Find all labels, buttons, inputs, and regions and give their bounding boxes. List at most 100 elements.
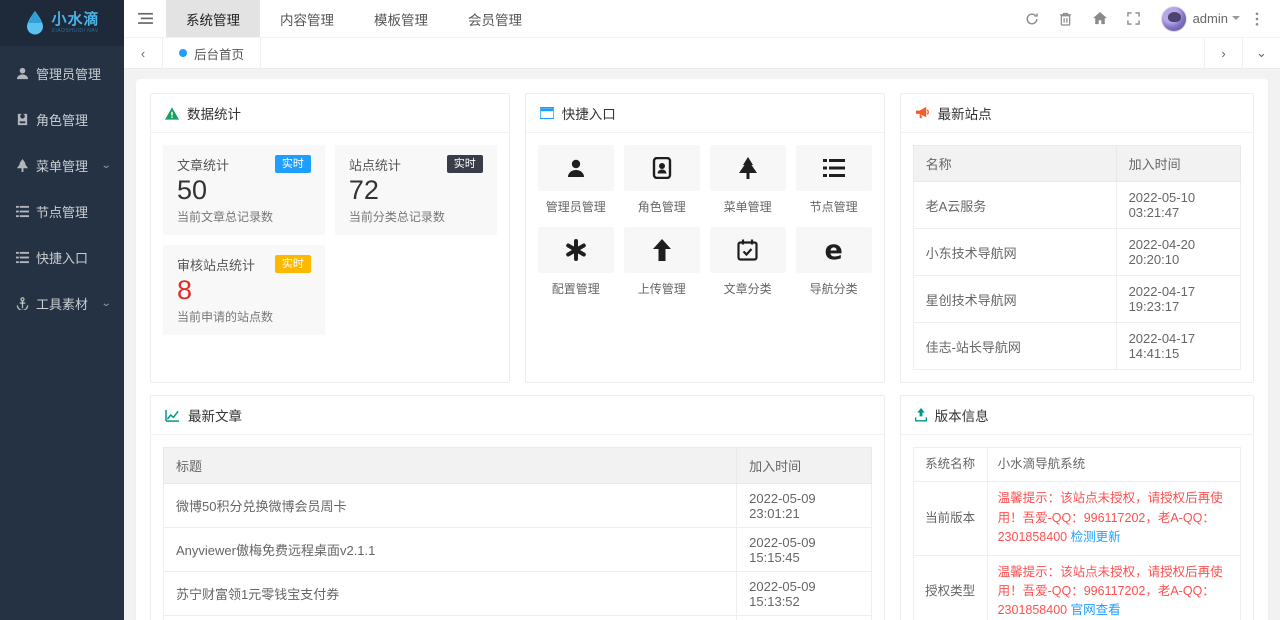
quick-entry-label: 角色管理 <box>637 200 686 214</box>
app-root: 小水滴 XIAOSHUIDI NAV 管理员管理 角色管理 菜单管理 ⌄ 节点管… <box>0 0 1280 620</box>
fullscreen-icon[interactable] <box>1117 0 1151 38</box>
app-logo[interactable]: 小水滴 XIAOSHUIDI NAV <box>0 0 124 46</box>
article-join-time: 2022-05-09 23:01:21 <box>736 483 872 528</box>
user-avatar[interactable] <box>1160 5 1187 32</box>
table-row[interactable]: 苏宁财富领1元零钱宝支付券 2022-05-09 15:13:52 <box>162 571 872 616</box>
stat-value: 8 <box>177 275 193 306</box>
stat-caption: 当前申请的站点数 <box>177 310 274 325</box>
site-join-time: 2022-04-20 20:20:10 <box>1115 228 1241 276</box>
panel-title: 数据统计 <box>187 107 241 122</box>
card-icon <box>539 107 554 119</box>
column-header: 名称 <box>912 145 1117 182</box>
site-name: 佳志-站长导航网 <box>912 322 1117 370</box>
id-card-icon <box>16 113 36 126</box>
home-icon[interactable] <box>1083 0 1117 38</box>
article-title: Anyviewer傲梅免费远程桌面v2.1.1 <box>162 527 738 572</box>
more-options-icon[interactable] <box>1240 0 1274 38</box>
check-update-link[interactable]: 检测更新 <box>1071 530 1121 544</box>
tab-scroll-left-icon[interactable]: ‹ <box>124 38 162 68</box>
stat-card-pending-sites[interactable]: 审核站点统计 实时 8 当前申请的站点数 <box>163 245 325 336</box>
top-navbar: 系统管理 内容管理 模板管理 会员管理 admin <box>124 0 1280 38</box>
tab-menu-icon[interactable]: ⌄ <box>1242 38 1280 68</box>
table-row: 系统名称 小水滴导航系统 <box>912 446 1241 483</box>
quick-entry-label: 配置管理 <box>551 282 600 296</box>
quick-entry-label: 导航分类 <box>809 282 858 296</box>
stat-card-sites[interactable]: 站点统计 实时 72 当前分类总记录数 <box>334 145 497 236</box>
version-row-label: 当前版本 <box>912 481 988 556</box>
table-row[interactable]: 老A云服务 2022-05-10 03:21:47 <box>912 181 1241 229</box>
table-row[interactable]: Anyviewer傲梅免费远程桌面v2.1.1 2022-05-09 15:15… <box>162 527 872 572</box>
water-drop-icon <box>24 10 46 36</box>
sidebar-item-nodes[interactable]: 节点管理 <box>0 188 124 234</box>
stat-card-articles[interactable]: 文章统计 实时 50 当前文章总记录数 <box>163 145 325 236</box>
sidebar-item-tools[interactable]: 工具素材 ⌄ <box>0 280 124 326</box>
table-row[interactable]: 小东技术导航网 2022-04-20 20:20:10 <box>912 228 1241 276</box>
top-nav-tabs: 系统管理 内容管理 模板管理 会员管理 <box>166 0 542 37</box>
nav-tab-content[interactable]: 内容管理 <box>260 0 354 37</box>
panel-version-info: 版本信息 系统名称 小水滴导航系统 当前版本 温馨提示：该站点未授权，请授权后再… <box>899 395 1254 620</box>
chevron-down-icon: ⌄ <box>100 297 112 309</box>
panel-title: 快捷入口 <box>561 107 616 122</box>
collapse-menu-icon[interactable] <box>124 0 166 37</box>
sidebar-item-label: 角色管理 <box>36 112 89 128</box>
anchor-icon <box>16 296 36 310</box>
stat-caption: 当前分类总记录数 <box>348 210 445 225</box>
column-header: 加入时间 <box>1115 145 1241 182</box>
column-header: 标题 <box>162 447 738 484</box>
table-row[interactable]: 佳志-站长导航网 2022-04-17 14:41:15 <box>912 322 1241 370</box>
line-chart-icon <box>165 409 180 422</box>
sidebar-item-admins[interactable]: 管理员管理 <box>0 50 124 96</box>
quick-entry-nodes[interactable]: 节点管理 <box>795 145 872 215</box>
tab-scroll-right-icon[interactable]: › <box>1204 38 1242 68</box>
official-site-link[interactable]: 官网查看 <box>1071 603 1121 617</box>
sidebar-item-label: 节点管理 <box>36 204 89 220</box>
realtime-badge: 实时 <box>274 155 311 174</box>
refresh-icon[interactable] <box>1015 0 1049 38</box>
latest-sites-table: 名称 加入时间 老A云服务 2022-05-10 03:21:47 小东技术导航… <box>912 145 1241 370</box>
quick-entry-menus[interactable]: 菜单管理 <box>709 145 786 215</box>
nav-tab-system[interactable]: 系统管理 <box>166 0 260 37</box>
chevron-down-icon: ⌄ <box>100 159 112 171</box>
tree-icon <box>737 157 759 179</box>
stat-title: 审核站点统计 <box>177 258 256 274</box>
stat-caption: 当前文章总记录数 <box>177 210 274 225</box>
nav-tab-template[interactable]: 模板管理 <box>354 0 448 37</box>
table-row[interactable]: 支付宝抽3元天猫红包0元撸实物 2022-05-09 15:09:24 <box>162 615 872 620</box>
page-content: 数据统计 文章统计 实时 50 当前文章总记录数 站点统计 实时 72 当前分类… <box>124 69 1280 620</box>
quick-entry-article-category[interactable]: 文章分类 <box>709 227 786 297</box>
chevron-down-icon <box>1232 16 1240 24</box>
quick-entry-label: 管理员管理 <box>545 200 606 214</box>
sidebar-nav: 管理员管理 角色管理 菜单管理 ⌄ 节点管理 快捷入口 工具素材 ⌄ <box>0 46 124 326</box>
article-title: 微博50积分兑换微博会员周卡 <box>162 483 738 528</box>
quick-entry-nav-category[interactable]: e 导航分类 <box>795 227 872 297</box>
version-row-label: 系统名称 <box>912 446 988 483</box>
nav-tab-member[interactable]: 会员管理 <box>448 0 542 37</box>
sidebar: 小水滴 XIAOSHUIDI NAV 管理员管理 角色管理 菜单管理 ⌄ 节点管… <box>0 0 124 620</box>
stat-title: 文章统计 <box>177 158 230 173</box>
quick-entry-upload[interactable]: 上传管理 <box>623 227 700 297</box>
clear-cache-icon[interactable] <box>1049 0 1083 38</box>
quick-entry-label: 菜单管理 <box>723 200 772 214</box>
table-row[interactable]: 微博50积分兑换微博会员周卡 2022-05-09 23:01:21 <box>162 483 872 528</box>
id-card-icon <box>652 157 672 179</box>
panel-title: 版本信息 <box>934 409 989 424</box>
arrow-up-icon <box>652 239 672 261</box>
username-label: admin <box>1192 11 1228 26</box>
user-menu[interactable]: admin <box>1193 11 1240 26</box>
column-header: 加入时间 <box>736 447 872 484</box>
site-join-time: 2022-04-17 19:23:17 <box>1115 275 1241 323</box>
site-name: 小东技术导航网 <box>912 228 1117 276</box>
panel-latest-articles: 最新文章 标题 加入时间 微博50积分兑换微博会员周卡 2022-05-09 2… <box>150 395 885 620</box>
sidebar-item-menus[interactable]: 菜单管理 ⌄ <box>0 142 124 188</box>
tab-home[interactable]: 后台首页 <box>162 38 262 68</box>
table-row[interactable]: 星创技术导航网 2022-04-17 19:23:17 <box>912 275 1241 323</box>
stat-value: 72 <box>348 175 379 205</box>
quick-entry-admins[interactable]: 管理员管理 <box>537 145 614 215</box>
quick-entry-roles[interactable]: 角色管理 <box>623 145 700 215</box>
sidebar-item-quick-entry[interactable]: 快捷入口 <box>0 234 124 280</box>
table-row: 当前版本 温馨提示：该站点未授权，请授权后再使用！吾爱-QQ：996117202… <box>912 481 1241 556</box>
main-area: 系统管理 内容管理 模板管理 会员管理 admin ‹ 后台首页 › ⌄ 数据统… <box>124 0 1280 620</box>
panel-latest-sites: 最新站点 名称 加入时间 老A云服务 2022-05-10 03:21:47 小… <box>899 93 1254 383</box>
quick-entry-config[interactable]: 配置管理 <box>537 227 614 297</box>
sidebar-item-roles[interactable]: 角色管理 <box>0 96 124 142</box>
